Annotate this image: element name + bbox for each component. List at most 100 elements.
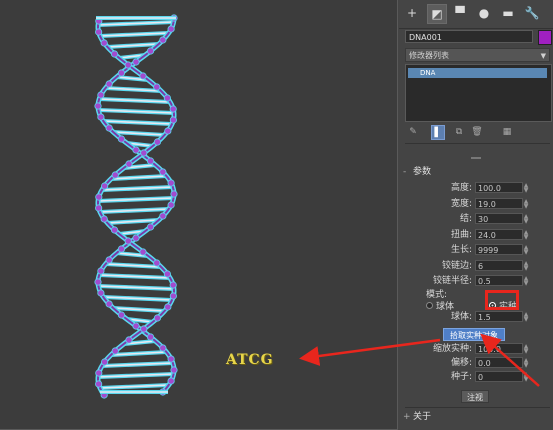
helix-atom — [95, 193, 103, 201]
helix-atom — [139, 248, 147, 256]
helix-atom — [140, 149, 148, 157]
pin-stack-icon[interactable]: ✎ — [407, 125, 419, 138]
rollout-grip[interactable] — [471, 157, 481, 159]
param-value-field[interactable]: 9999 — [475, 244, 523, 255]
helix-atom — [95, 380, 103, 388]
param-value-field[interactable]: 19.0 — [475, 197, 523, 209]
note-button[interactable]: 注视 — [461, 390, 489, 403]
atcg-text-object[interactable]: ATCG — [226, 352, 274, 368]
param-row: 偏移: 0.0 ▲ ▼ — [450, 357, 529, 369]
spinner-icon[interactable]: ▲ ▼ — [523, 245, 529, 256]
mode-radio-sphere[interactable]: 球体 — [426, 299, 454, 312]
helix-atom — [132, 146, 140, 154]
spinner-icon[interactable]: ▲ ▼ — [523, 214, 529, 225]
param-row: 扭曲: 24.0 ▲ ▼ — [450, 228, 529, 241]
helix-atom — [163, 270, 171, 278]
helix-atom — [110, 226, 119, 234]
helix-atom — [94, 102, 102, 110]
modifier-list-label: 修改器列表 — [409, 51, 449, 60]
spinner-icon[interactable]: ▲ ▼ — [523, 229, 529, 240]
helix-atom — [101, 358, 109, 366]
helix-atom — [97, 289, 105, 297]
modify-tab-icon[interactable]: ◩ — [427, 4, 447, 24]
param2-value-field[interactable]: 100.0 — [475, 343, 523, 354]
helix-atom — [146, 223, 155, 231]
helix-atom — [146, 157, 155, 165]
stack-toolbar: ✎ ▌ ⧉ 🗑 ▦ — [405, 124, 550, 140]
helix-backbone — [97, 17, 175, 393]
object-name-field[interactable]: DNA001 — [405, 30, 533, 43]
helix-atom — [110, 50, 119, 58]
params-rollout-header[interactable]: - 参数 — [403, 166, 551, 178]
helix-atom — [167, 355, 175, 363]
helix-atom — [117, 311, 126, 319]
object-color-swatch[interactable] — [538, 30, 552, 45]
highlight-box — [485, 290, 519, 310]
helix-atom — [159, 344, 167, 352]
param-value-field[interactable]: 6 — [475, 259, 523, 271]
remove-modifier-icon[interactable]: 🗑 — [471, 125, 483, 138]
helix-atom — [95, 369, 103, 377]
motion-tab-icon[interactable]: ● — [475, 4, 493, 22]
param-row: 铰链半径: 0.5 ▲ ▼ — [432, 275, 529, 287]
param-value-field[interactable]: 100.0 — [475, 182, 523, 193]
helix-atom — [124, 237, 132, 245]
configure-sets-icon[interactable]: ▦ — [501, 125, 513, 138]
helix-atom — [170, 190, 178, 198]
helix-atom — [125, 160, 133, 168]
param-value-field[interactable]: 30 — [475, 213, 523, 224]
modifier-stack[interactable]: DNA — [405, 64, 552, 122]
param-value-field[interactable]: 0.5 — [475, 275, 523, 286]
helix-atom — [169, 281, 177, 289]
param-value-field[interactable]: 24.0 — [475, 228, 523, 240]
spinner-icon[interactable]: ▲ ▼ — [523, 260, 529, 271]
param-row: 生长: 9999 ▲ ▼ — [450, 244, 529, 256]
spinner-icon[interactable]: ▲ ▼ — [523, 312, 529, 323]
helix-atom — [153, 83, 161, 91]
create-tab-icon[interactable]: + — [403, 4, 421, 22]
about-rollout-header[interactable]: + 关于 — [403, 411, 551, 423]
spinner-icon[interactable]: ▲ ▼ — [523, 183, 529, 194]
param-row: 结: 30 ▲ ▼ — [459, 213, 529, 225]
helix-atom — [164, 127, 172, 135]
stack-item-dna[interactable]: DNA — [408, 68, 547, 78]
helix-atom — [167, 25, 175, 33]
helix-atom — [170, 366, 178, 374]
spinner-icon[interactable]: ▲ ▼ — [523, 276, 529, 287]
param2-value-field[interactable]: 0 — [475, 371, 523, 382]
helix-atom — [100, 215, 108, 223]
display-tab-icon[interactable]: ▬ — [499, 4, 517, 22]
helix-atom — [117, 245, 126, 253]
param2-value-field[interactable]: 0.0 — [475, 357, 523, 368]
helix-atom — [132, 322, 140, 330]
helix-atom — [139, 72, 147, 80]
helix-atom — [163, 94, 171, 102]
spinner-icon[interactable]: ▲ ▼ — [523, 358, 529, 369]
helix-atom — [97, 113, 105, 121]
helix-atom — [146, 333, 155, 341]
viewport[interactable]: ATCG — [0, 0, 398, 430]
helix-atom — [105, 124, 113, 132]
show-end-result-icon[interactable]: ▌ — [431, 125, 445, 140]
make-unique-icon[interactable]: ⧉ — [453, 125, 465, 138]
pick-instance-button[interactable]: 拾取实种对象 — [443, 328, 505, 341]
utilities-tab-icon[interactable]: 🔧 — [523, 4, 541, 22]
spinner-icon[interactable]: ▲ ▼ — [523, 372, 529, 383]
spinner-icon[interactable]: ▲ ▼ — [523, 198, 529, 209]
modifier-list-dropdown[interactable]: 修改器列表 ▼ — [405, 48, 550, 62]
hierarchy-tab-icon[interactable]: ▀ — [451, 4, 469, 22]
command-panel: + ◩ ▀ ● ▬ 🔧 DNA001 修改器列表 ▼ DNA ✎ ▌ ⧉ 🗑 ▦… — [399, 0, 553, 430]
helix-atom — [153, 259, 161, 267]
dna-helix-model[interactable] — [0, 0, 398, 430]
helix-atom — [111, 171, 119, 179]
helix-atom — [132, 234, 140, 242]
helix-atom — [97, 267, 105, 275]
helix-atom — [117, 69, 126, 77]
helix-atom — [167, 377, 175, 385]
helix-atom — [167, 201, 175, 209]
spinner-icon[interactable]: ▲ ▼ — [523, 344, 529, 355]
param-row-sphere: 球体: 1.5 ▲ ▼ — [450, 311, 529, 323]
helix-atom — [167, 179, 175, 187]
sphere-value-field[interactable]: 1.5 — [475, 311, 523, 322]
helix-atom — [117, 135, 126, 143]
